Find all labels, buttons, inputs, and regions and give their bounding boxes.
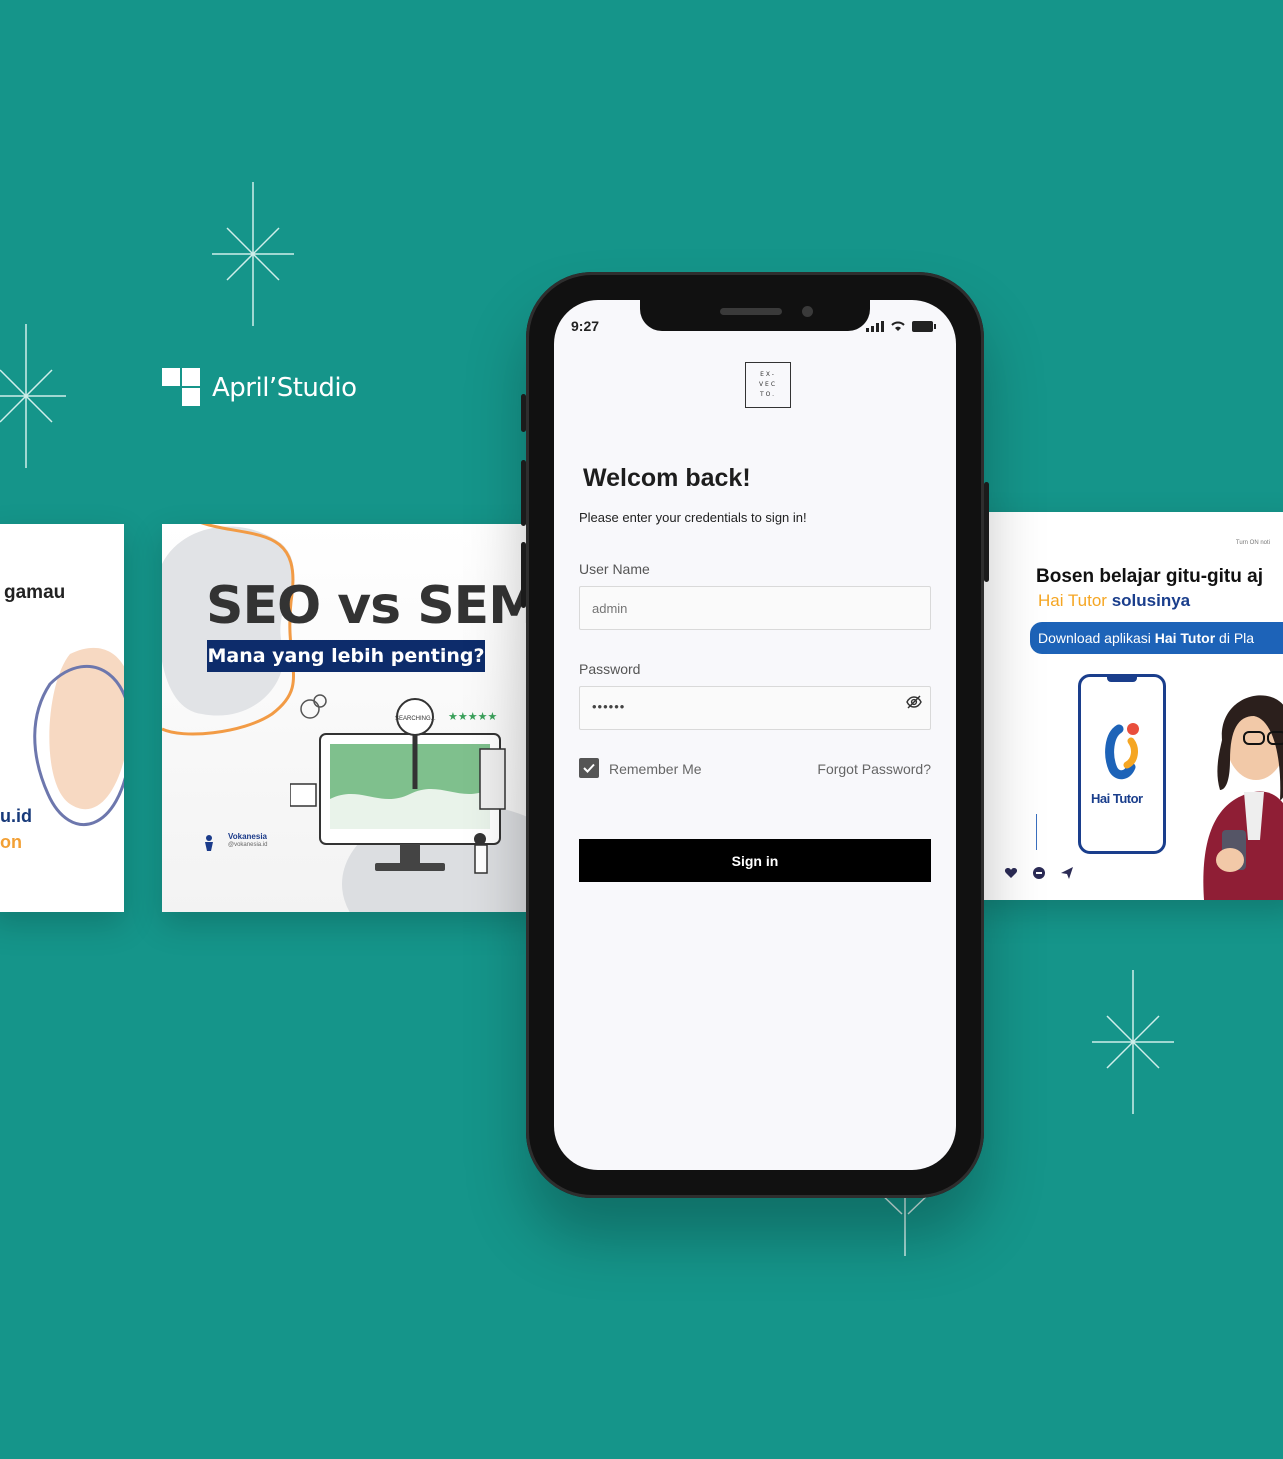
phone-volume-down-button [521, 542, 526, 608]
phone-notch [640, 300, 870, 331]
heart-icon [1004, 868, 1018, 878]
search-tag-text: SEARCHING... [395, 716, 436, 722]
checkmark-icon [583, 763, 595, 773]
hai-tutor-logo-icon [1105, 723, 1139, 780]
card-left-headline: gamau [4, 582, 66, 603]
hai-tutor-app-name: Hai Tutor [1091, 791, 1143, 806]
hai-download-pill: Download aplikasi Hai Tutor di Pla [1030, 622, 1283, 654]
portfolio-card-left[interactable]: gamau u.id on [0, 524, 124, 912]
phone-power-button [984, 482, 989, 582]
login-screen: 9:27 EX- VEC TO. Welcom back! Please ent… [554, 300, 956, 1170]
remember-me-label[interactable]: Remember Me [609, 761, 702, 777]
brand-name: April’Studio [212, 373, 357, 403]
username-input[interactable] [579, 586, 931, 630]
seo-card-banner: Mana yang lebih penting? [207, 640, 485, 672]
arrow-line [1036, 814, 1037, 850]
hai-card-subtitle: Hai Tutor solusinya [1038, 591, 1191, 610]
send-icon [1061, 867, 1073, 879]
vokanesia-label: Vokanesia @vokanesia.id [228, 832, 268, 848]
april-studio-logo-icon [162, 368, 202, 408]
phone-side-button [521, 394, 526, 432]
card-left-tagline: on [0, 832, 22, 852]
eye-off-icon[interactable] [906, 695, 922, 714]
battery-icon [912, 321, 936, 332]
seo-monitor-illustration: SEARCHING... ★★★★★ [290, 694, 506, 874]
tutor-character-illustration [1203, 695, 1283, 900]
comment-icon [1033, 867, 1045, 879]
portfolio-card-seo-vs-sem[interactable]: SEO vs SEM Mana yang lebih penting? SEAR… [162, 524, 542, 912]
hai-top-note: Turn ON noti [1235, 540, 1270, 546]
login-subtitle: Please enter your credentials to sign in… [579, 510, 807, 525]
sparkle-decoration [0, 324, 66, 468]
vokanesia-logo-icon [202, 834, 216, 852]
signal-icon [866, 321, 884, 332]
welcome-title: Welcom back! [583, 464, 751, 492]
remember-me-checkbox[interactable] [579, 758, 599, 778]
sign-in-button[interactable]: Sign in [579, 839, 931, 882]
status-time: 9:27 [571, 318, 600, 334]
hai-phone-mockup: Hai Tutor [1078, 674, 1166, 854]
status-icons [866, 320, 936, 332]
username-label: User Name [579, 561, 650, 577]
sparkle-decoration [1092, 970, 1174, 1114]
exvecto-logo: EX- VEC TO. [745, 362, 791, 408]
portfolio-card-hai-tutor[interactable]: Turn ON noti Bosen belajar gitu-gitu aj … [970, 512, 1283, 900]
phone-mockup: 9:27 EX- VEC TO. Welcom back! Please ent… [521, 272, 989, 1198]
seo-card-title: SEO vs SEM [206, 576, 540, 636]
card-left-domain: u.id [0, 806, 32, 826]
wifi-icon [891, 321, 905, 331]
password-input[interactable]: •••••• [579, 686, 931, 730]
april-studio-brand: April’Studio [162, 368, 357, 408]
password-label: Password [579, 661, 641, 677]
svg-text:★★★★★: ★★★★★ [448, 710, 497, 723]
phone-volume-up-button [521, 460, 526, 526]
social-icons [1004, 866, 1074, 880]
hai-card-title: Bosen belajar gitu-gitu aj [1036, 566, 1263, 587]
sparkle-decoration [212, 182, 294, 326]
forgot-password-link[interactable]: Forgot Password? [817, 761, 931, 777]
